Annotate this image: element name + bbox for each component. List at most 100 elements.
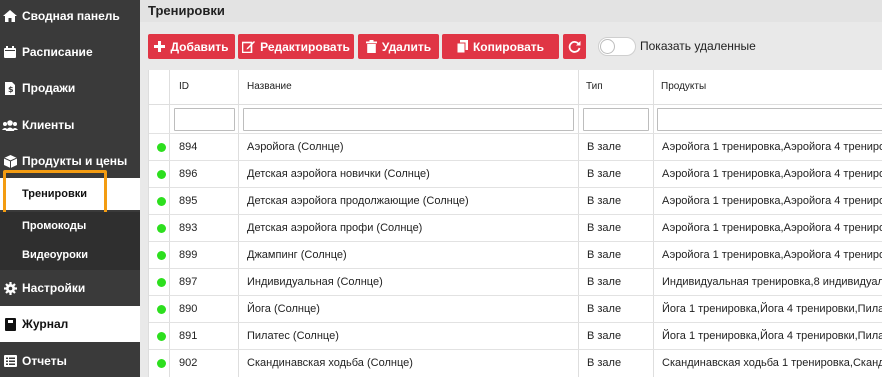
active-status-icon — [157, 251, 166, 260]
copy-button[interactable]: Копировать — [442, 34, 559, 59]
table-row[interactable]: 894 Аэройога (Солнце) В зале Аэройога 1 тре… — [149, 133, 882, 160]
copy-icon — [456, 40, 468, 53]
sidebar-item-settings[interactable]: Настройки — [0, 272, 140, 304]
cell-id: 899 — [179, 249, 198, 261]
table-row[interactable]: 890 Йога (Солнце) В зале Йога 1 тренировка,… — [149, 295, 882, 322]
sidebar-subitem-promocodes[interactable]: Промокоды — [0, 212, 140, 240]
cell-name: Детская аэройога профи (Солнце) — [247, 222, 423, 234]
cell-name: Пилатес (Солнце) — [247, 330, 339, 342]
sidebar: Сводная панель Расписание $ Продажи Клие… — [0, 0, 140, 377]
cell-type: В зале — [587, 276, 622, 288]
cell-products: Скандинавская ходьба 1 тренировка,Сканди… — [662, 357, 882, 369]
edit-button[interactable]: Редактировать — [238, 34, 354, 59]
sidebar-item-clients[interactable]: Клиенты — [0, 109, 140, 141]
active-status-icon — [157, 143, 166, 152]
id-filter-input[interactable] — [174, 108, 235, 131]
page-title: Тренировки — [148, 3, 225, 18]
cell-id: 895 — [179, 195, 198, 207]
copy-button-label: Копировать — [472, 39, 545, 54]
active-status-icon — [157, 332, 166, 341]
sidebar-item-label: Отчеты — [22, 354, 67, 368]
cell-id: 894 — [179, 141, 198, 153]
name-filter-input[interactable] — [243, 108, 574, 131]
cell-id: 902 — [179, 357, 198, 369]
active-status-icon — [157, 305, 166, 314]
calendar-icon — [0, 46, 20, 58]
column-header-type[interactable]: Тип — [586, 81, 603, 92]
sidebar-item-journal[interactable]: Журнал — [0, 306, 140, 342]
table-row[interactable]: 896 Детская аэройога новички (Солнце) В за… — [149, 160, 882, 187]
header-divider — [149, 104, 882, 105]
delete-button[interactable]: Удалить — [358, 34, 439, 59]
active-status-icon — [157, 224, 166, 233]
sidebar-subitem-label: Видеоуроки — [22, 249, 89, 261]
trainings-table: ID Название Тип Продукты 894 Аэройога (Со… — [148, 70, 882, 377]
refresh-button[interactable] — [563, 34, 586, 59]
cell-products: Йога 1 тренировка,Йога 4 тренировки,Пила… — [662, 330, 882, 342]
sidebar-subitem-label: Промокоды — [22, 220, 87, 232]
sidebar-item-label: Журнал — [22, 317, 69, 331]
cell-products: Аэройога 1 тренировка,Аэройога 4 трениро — [662, 168, 882, 180]
table-row[interactable]: 899 Джампинг (Солнце) В зале Аэройога 1 тре… — [149, 241, 882, 268]
column-header-id[interactable]: ID — [179, 81, 189, 92]
add-button[interactable]: Добавить — [148, 34, 235, 59]
table-row[interactable]: 902 Скандинавская ходьба (Солнце) В зале Ск… — [149, 349, 882, 376]
cell-type: В зале — [587, 249, 622, 261]
table-row[interactable]: 893 Детская аэройога профи (Солнце) В зале… — [149, 214, 882, 241]
delete-button-label: Удалить — [381, 39, 432, 54]
sidebar-item-reports[interactable]: Отчеты — [0, 345, 140, 377]
cell-type: В зале — [587, 168, 622, 180]
cell-name: Индивидуальная (Солнце) — [247, 276, 383, 288]
table-row[interactable]: 897 Индивидуальная (Солнце) В зале Индивиду… — [149, 268, 882, 295]
svg-text:$: $ — [8, 85, 14, 94]
add-button-label: Добавить — [170, 39, 229, 54]
sidebar-subitem-videolessons[interactable]: Видеоуроки — [0, 240, 140, 270]
cell-name: Скандинавская ходьба (Солнце) — [247, 357, 413, 369]
cell-id: 891 — [179, 330, 198, 342]
cell-products: Аэройога 1 тренировка,Аэройога 4 трениро — [662, 141, 882, 153]
column-header-name[interactable]: Название — [247, 81, 292, 92]
list-icon — [0, 355, 20, 367]
cell-name: Аэройога (Солнце) — [247, 141, 344, 153]
cell-products: Аэройога 1 тренировка,Аэройога 4 трениро — [662, 222, 882, 234]
cell-id: 893 — [179, 222, 198, 234]
sidebar-item-dashboard[interactable]: Сводная панель — [0, 0, 140, 32]
table-row[interactable]: 895 Детская аэройога продолжающие (Солнце… — [149, 187, 882, 214]
cell-name: Йога (Солнце) — [247, 303, 320, 315]
cell-products: Индивидуальная тренировка,8 индивидуал — [662, 276, 882, 288]
sidebar-item-sales[interactable]: $ Продажи — [0, 72, 140, 104]
cell-products: Аэройога 1 тренировка,Аэройога 4 трениро — [662, 195, 882, 207]
active-status-icon — [157, 359, 166, 368]
show-deleted-label: Показать удаленные — [640, 39, 756, 53]
highlight-box — [3, 170, 107, 217]
cell-type: В зале — [587, 195, 622, 207]
receipt-icon: $ — [0, 81, 20, 95]
toggle-knob — [600, 39, 615, 54]
cell-products: Аэройога 1 тренировка,Аэройога 4 трениро — [662, 249, 882, 261]
type-filter-input[interactable] — [583, 108, 649, 131]
box-icon — [0, 154, 20, 168]
sidebar-item-schedule[interactable]: Расписание — [0, 36, 140, 68]
column-header-products[interactable]: Продукты — [661, 81, 706, 92]
cell-type: В зале — [587, 303, 622, 315]
edit-button-label: Редактировать — [260, 39, 350, 54]
show-deleted-toggle[interactable] — [598, 37, 636, 56]
sidebar-item-label: Настройки — [22, 281, 86, 295]
edit-icon — [242, 40, 256, 53]
trash-icon — [365, 40, 377, 53]
refresh-icon — [568, 40, 581, 53]
gear-icon — [0, 281, 20, 295]
page-header — [140, 0, 882, 22]
cell-name: Джампинг (Солнце) — [247, 249, 347, 261]
cell-name: Детская аэройога продолжающие (Солнце) — [247, 195, 469, 207]
plus-icon — [154, 41, 166, 52]
cell-type: В зале — [587, 357, 622, 369]
sidebar-item-label: Расписание — [22, 45, 93, 59]
cell-id: 890 — [179, 303, 198, 315]
active-status-icon — [157, 197, 166, 206]
cell-products: Йога 1 тренировка,Йога 4 тренировки,Пила… — [662, 303, 882, 315]
products-filter-input[interactable] — [657, 108, 882, 131]
sidebar-item-label: Продажи — [22, 81, 76, 95]
table-row[interactable]: 891 Пилатес (Солнце) В зале Йога 1 трениров… — [149, 322, 882, 349]
sidebar-item-label: Клиенты — [22, 118, 75, 132]
